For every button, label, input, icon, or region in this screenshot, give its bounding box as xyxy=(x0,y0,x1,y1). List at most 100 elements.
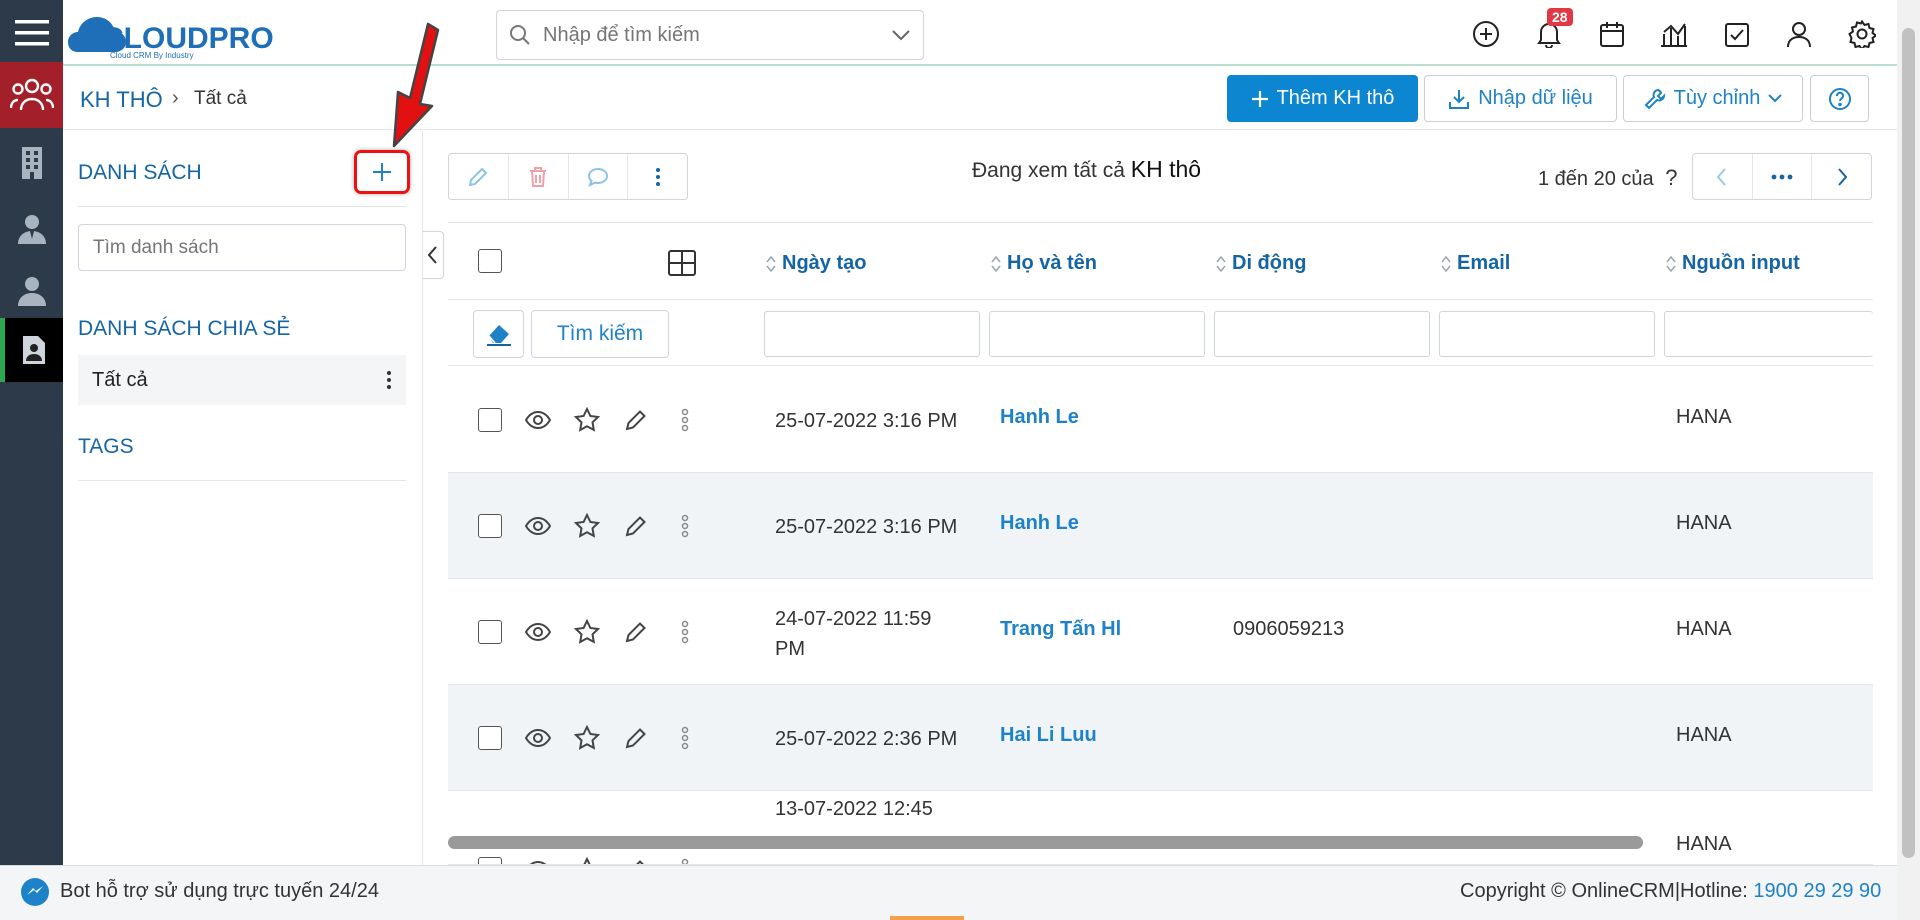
add-list-button[interactable] xyxy=(354,150,410,194)
support-bot-text[interactable]: Bot hỗ trợ sử dụng trực tuyến 24/24 xyxy=(60,880,379,903)
horizontal-scrollbar[interactable] xyxy=(448,836,1643,849)
table-row[interactable]: 13-07-2022 12:45 HANA xyxy=(448,791,1873,865)
next-page-button[interactable] xyxy=(1812,154,1871,199)
hotline-number[interactable]: 1900 29 29 90 xyxy=(1753,880,1881,902)
filter-created-date-input[interactable] xyxy=(764,311,980,357)
page-scrollbar-thumb[interactable] xyxy=(1902,28,1915,858)
global-search[interactable] xyxy=(496,10,924,60)
column-header-mobile[interactable]: Di động xyxy=(1216,252,1306,275)
chevron-down-icon[interactable] xyxy=(891,29,911,41)
column-header-created-date[interactable]: Ngày tạo xyxy=(766,252,866,275)
pencil-icon[interactable] xyxy=(623,857,649,864)
notification-count-badge: 28 xyxy=(1547,8,1573,26)
cell-full-name-link[interactable]: Hanh Le xyxy=(1000,512,1079,535)
column-header-email[interactable]: Email xyxy=(1441,252,1510,275)
row-checkbox[interactable] xyxy=(478,857,502,864)
clear-filters-button[interactable] xyxy=(473,310,524,358)
pencil-icon[interactable] xyxy=(623,725,649,751)
cell-full-name-link[interactable]: Trang Tấn Hl xyxy=(1000,618,1121,641)
copyright: Copyright © OnlineCRM|Hotline: 1900 29 2… xyxy=(1460,880,1881,903)
eye-icon[interactable] xyxy=(525,407,551,433)
more-vertical-icon[interactable] xyxy=(672,407,698,433)
row-checkbox[interactable] xyxy=(478,620,502,644)
calendar-icon[interactable] xyxy=(1594,16,1630,52)
filter-mobile-input[interactable] xyxy=(1214,311,1430,357)
star-icon[interactable] xyxy=(574,619,600,645)
cloudpro-logo[interactable]: CLOUDPRO Cloud CRM By Industry xyxy=(68,8,298,60)
global-search-input[interactable] xyxy=(543,23,891,47)
person-icon[interactable] xyxy=(0,258,63,324)
row-checkbox[interactable] xyxy=(478,726,502,750)
viewing-module: KH thô xyxy=(1130,156,1202,182)
notification-bell-icon[interactable]: 28 xyxy=(1531,8,1573,52)
ellipsis-icon xyxy=(1771,174,1793,180)
breadcrumb-module[interactable]: KH THÔ xyxy=(80,87,163,113)
eye-icon[interactable] xyxy=(525,513,551,539)
cell-full-name-link[interactable]: Hanh Le xyxy=(1000,406,1079,429)
select-all-checkbox[interactable] xyxy=(478,249,502,273)
pencil-icon[interactable] xyxy=(623,513,649,539)
svg-text:Cloud CRM By Industry: Cloud CRM By Industry xyxy=(110,51,194,60)
reports-chart-icon[interactable] xyxy=(1656,16,1692,52)
more-vertical-icon[interactable] xyxy=(672,857,698,864)
page-jump-button[interactable] xyxy=(1753,154,1813,199)
collapse-panel-button[interactable] xyxy=(423,231,444,279)
help-button[interactable] xyxy=(1810,75,1869,122)
list-search-input[interactable] xyxy=(78,224,406,271)
table-row[interactable]: 25-07-2022 3:16 PM Hanh Le HANA xyxy=(448,367,1873,473)
row-checkbox[interactable] xyxy=(478,408,502,432)
star-icon[interactable] xyxy=(574,513,600,539)
star-icon[interactable] xyxy=(574,857,600,864)
pencil-icon[interactable] xyxy=(623,407,649,433)
quick-create-icon[interactable] xyxy=(1468,16,1504,52)
help-question-icon xyxy=(1828,87,1852,111)
star-icon[interactable] xyxy=(574,725,600,751)
add-lead-label: Thêm KH thô xyxy=(1276,87,1395,109)
table-row[interactable]: 24-07-2022 11:59 PM Trang Tấn Hl 0906059213… xyxy=(448,579,1873,685)
menu-icon[interactable] xyxy=(0,0,63,66)
eye-icon[interactable] xyxy=(525,725,551,751)
filter-full-name-input[interactable] xyxy=(989,311,1205,357)
trash-icon xyxy=(528,166,548,188)
shared-list-item-all[interactable]: Tất cả xyxy=(78,355,406,405)
prev-page-button[interactable] xyxy=(1693,154,1753,199)
sort-icon xyxy=(1441,255,1451,273)
filter-input-source-input[interactable] xyxy=(1664,311,1873,357)
cell-full-name-link[interactable]: Hai Li Luu xyxy=(1000,724,1097,747)
building-icon[interactable] xyxy=(0,130,63,196)
more-vertical-icon[interactable] xyxy=(672,513,698,539)
more-actions-button[interactable] xyxy=(628,154,687,199)
import-data-button[interactable]: Nhập dữ liệu xyxy=(1424,75,1617,122)
list-icon[interactable] xyxy=(0,318,63,382)
add-lead-button[interactable]: Thêm KH thô xyxy=(1227,75,1418,122)
messenger-icon[interactable] xyxy=(20,877,50,907)
more-vertical-icon[interactable] xyxy=(386,370,392,390)
column-layout-icon[interactable] xyxy=(668,250,696,276)
edit-button[interactable] xyxy=(449,154,509,199)
filter-search-button[interactable]: Tìm kiếm xyxy=(531,310,669,358)
table-row[interactable]: 25-07-2022 2:36 PM Hai Li Luu HANA xyxy=(448,685,1873,791)
more-vertical-icon[interactable] xyxy=(672,725,698,751)
user-profile-icon[interactable] xyxy=(1781,16,1817,52)
comment-bubble-icon xyxy=(587,167,609,187)
settings-gear-icon[interactable] xyxy=(1844,16,1880,52)
column-header-input-source[interactable]: Nguồn input xyxy=(1666,252,1800,275)
tasks-checkbox-icon[interactable] xyxy=(1719,16,1755,52)
column-header-full-name[interactable]: Họ và tên xyxy=(991,252,1097,275)
eye-icon[interactable] xyxy=(525,857,551,864)
total-count-unknown[interactable]: ? xyxy=(1665,165,1677,190)
delete-button[interactable] xyxy=(509,154,569,199)
table-row[interactable]: 25-07-2022 3:16 PM Hanh Le HANA xyxy=(448,473,1873,579)
more-vertical-icon[interactable] xyxy=(672,619,698,645)
eraser-icon xyxy=(485,322,513,346)
eye-icon[interactable] xyxy=(525,619,551,645)
leads-icon[interactable] xyxy=(0,62,63,128)
star-icon[interactable] xyxy=(574,407,600,433)
contact-icon[interactable] xyxy=(0,196,63,262)
customize-dropdown-button[interactable]: Tùy chỉnh xyxy=(1623,75,1803,122)
comment-button[interactable] xyxy=(569,154,629,199)
row-checkbox[interactable] xyxy=(478,514,502,538)
pencil-icon[interactable] xyxy=(623,619,649,645)
filter-email-input[interactable] xyxy=(1439,311,1655,357)
created-date-line: PM xyxy=(775,638,805,660)
